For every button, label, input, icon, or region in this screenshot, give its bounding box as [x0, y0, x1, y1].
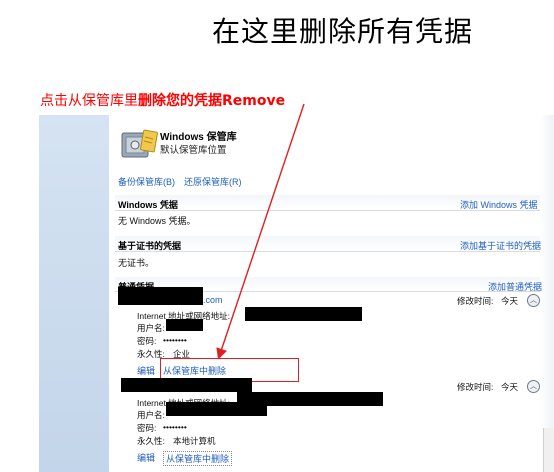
- username-label: 用户名:: [137, 410, 165, 420]
- credential-name-suffix[interactable]: .com: [203, 295, 223, 305]
- persistence-label: 永久性:: [137, 436, 165, 446]
- callout-text: 点击从保管库里删除您的凭据Remove: [40, 90, 285, 110]
- backup-vault-link[interactable]: 备份保管库(B): [118, 175, 175, 188]
- redacted-address: [245, 307, 362, 321]
- modified-label: 修改时间:: [457, 382, 494, 392]
- navigation-pane: [39, 115, 109, 472]
- divider: [115, 210, 540, 211]
- username-label: 用户名:: [137, 323, 165, 333]
- modified-label: 修改时间:: [457, 296, 494, 306]
- slide-title: 在这里删除所有凭据: [212, 15, 474, 48]
- divider: [115, 251, 540, 252]
- redacted-credential-name: [121, 378, 252, 392]
- redacted-credential-name: [118, 287, 203, 305]
- callout-emphasis: 删除您的凭据Remove: [138, 93, 286, 109]
- vault-title: Windows 保管库: [160, 132, 237, 143]
- vault-subtitle: 默认保管库位置: [160, 145, 227, 156]
- modified-value: 今天: [501, 382, 519, 392]
- password-label: 密码:: [137, 336, 157, 346]
- password-label: 密码:: [137, 423, 157, 433]
- collapse-chevron-up-icon[interactable]: ︿: [527, 294, 540, 307]
- modified-value: 今天: [501, 296, 519, 306]
- windows-credentials-empty: 无 Windows 凭据。: [118, 216, 196, 226]
- edit-credential-link[interactable]: 编辑: [137, 451, 155, 464]
- scrollbar[interactable]: [543, 428, 554, 472]
- callout-prefix: 点击从保管库里: [40, 93, 138, 109]
- password-value: ••••••••: [163, 422, 187, 432]
- restore-vault-link[interactable]: 还原保管库(R): [184, 175, 242, 188]
- redacted-username: [166, 319, 203, 331]
- cert-credentials-empty: 无证书。: [118, 258, 155, 268]
- vault-window: [39, 115, 554, 472]
- vault-safe-icon: [121, 129, 158, 158]
- persistence-value: 本地计算机: [173, 436, 216, 446]
- remove-from-vault-link[interactable]: 从保管库中删除: [163, 451, 233, 466]
- password-value: ••••••••: [163, 335, 187, 345]
- redacted-username: [166, 402, 267, 416]
- collapse-chevron-up-icon[interactable]: ︿: [527, 380, 540, 393]
- edit-credential-link[interactable]: 编辑: [137, 364, 155, 377]
